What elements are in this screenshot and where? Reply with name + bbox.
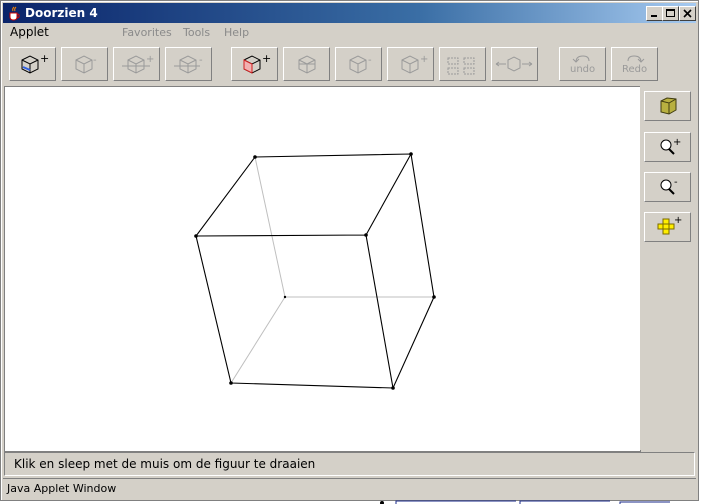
svg-text:-: - [199, 55, 203, 66]
applet-window: Doorzien 4 Applet Favorites Tools Help +… [0, 0, 699, 501]
cube-icon [298, 55, 316, 74]
close-button[interactable] [679, 6, 696, 21]
remove-box-icon: - [75, 55, 97, 74]
unfold-button[interactable] [491, 47, 538, 81]
drawing-canvas[interactable] [4, 86, 641, 452]
svg-text:+: + [40, 52, 49, 65]
minimize-button[interactable] [646, 6, 663, 21]
split-icon [447, 57, 475, 75]
add-edge-button[interactable]: + [387, 47, 434, 81]
hidden-edges [230, 156, 434, 384]
undo-label: undo [570, 64, 596, 75]
maximize-button[interactable] [662, 6, 679, 21]
applet-warning-bar: Java Applet Window [3, 478, 696, 498]
add-cube-net-button[interactable]: + [644, 212, 691, 242]
add-face-button[interactable]: + [231, 47, 278, 81]
add-edge-icon: + [401, 54, 428, 74]
add-plane-button[interactable]: + [113, 47, 160, 81]
svg-text:+: + [674, 215, 682, 226]
svg-text:+: + [420, 54, 428, 65]
cube-vertices [194, 152, 436, 390]
zoom-out-icon: - [660, 177, 678, 195]
status-message: Klik en sleep met de muis om de figuur t… [14, 457, 316, 471]
redo-button[interactable]: Redo [611, 47, 658, 81]
maximize-icon [666, 9, 675, 17]
redo-label: Redo [622, 64, 648, 75]
close-icon [683, 9, 692, 18]
undo-button[interactable]: undo [559, 47, 606, 81]
menu-bar: Applet Favorites Tools Help [3, 23, 696, 41]
cube-net-plus-icon: + [657, 215, 682, 235]
add-face-icon: + [243, 52, 271, 74]
applet-warning-label: Java Applet Window [7, 482, 117, 495]
svg-text:+: + [262, 52, 271, 65]
zoom-in-button[interactable]: + [644, 132, 691, 162]
svg-text:-: - [674, 177, 678, 188]
show-solid-button[interactable] [644, 91, 691, 121]
remove-plane-icon: - [174, 55, 203, 74]
toolbar: + - + - + - + undo Redo [3, 43, 696, 83]
remove-face-button[interactable]: - [335, 47, 382, 81]
add-box-icon: + [21, 52, 49, 74]
window-title: Doorzien 4 [25, 6, 98, 20]
remove-face-icon: - [349, 55, 372, 74]
minimize-icon [651, 15, 657, 17]
split-button[interactable] [439, 47, 486, 81]
cube-button[interactable] [283, 47, 330, 81]
solid-cube-icon [660, 97, 677, 115]
remove-plane-button[interactable]: - [165, 47, 212, 81]
svg-text:-: - [93, 55, 97, 66]
add-box-button[interactable]: + [9, 47, 56, 81]
unfold-icon [495, 56, 533, 72]
zoom-in-icon: + [660, 137, 681, 155]
title-bar[interactable]: Doorzien 4 [3, 3, 696, 23]
menu-favorites[interactable]: Favorites [122, 26, 172, 39]
add-plane-icon: + [122, 54, 154, 74]
visible-edges [195, 153, 435, 389]
menu-help[interactable]: Help [224, 26, 249, 39]
cube-wireframe [194, 152, 436, 390]
background-page-fragment [360, 496, 690, 504]
side-toolbar: + - + [640, 86, 695, 450]
svg-text:+: + [146, 54, 154, 65]
status-bar: Klik en sleep met de muis om de figuur t… [4, 452, 695, 476]
menu-applet[interactable]: Applet [10, 25, 49, 39]
remove-box-button[interactable]: - [61, 47, 108, 81]
svg-text:+: + [673, 137, 681, 148]
menu-tools[interactable]: Tools [183, 26, 210, 39]
svg-text:-: - [368, 55, 372, 66]
zoom-out-button[interactable]: - [644, 172, 691, 202]
java-cup-icon [9, 6, 20, 21]
